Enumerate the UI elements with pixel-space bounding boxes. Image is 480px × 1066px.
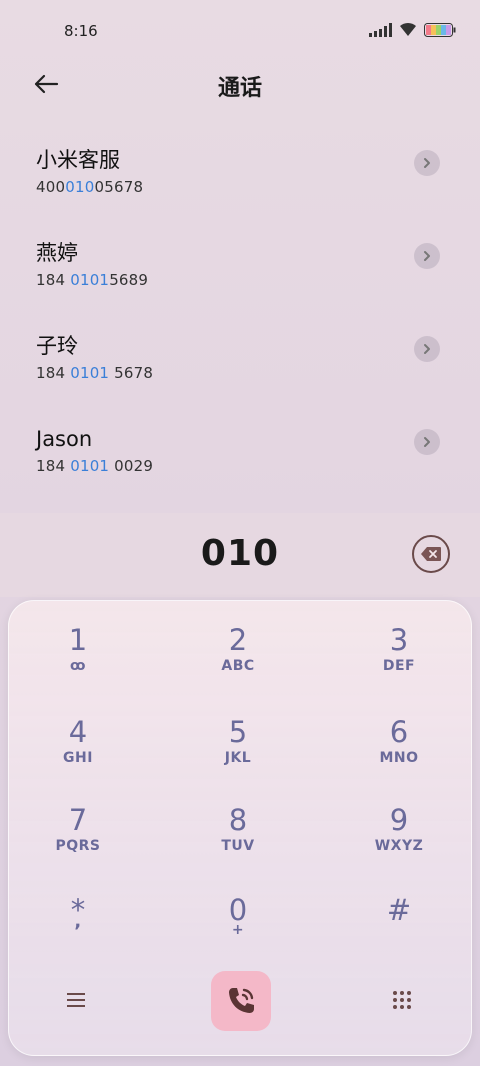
number-suffix: 5678 xyxy=(109,364,154,382)
contact-name: Jason xyxy=(36,427,93,451)
backspace-icon xyxy=(421,547,441,561)
dial-display: 010 xyxy=(0,513,480,597)
chevron-right-icon[interactable] xyxy=(414,429,440,455)
number-match: 010 xyxy=(65,178,95,196)
key-letters: WXYZ xyxy=(374,838,424,854)
key-letters: MNO xyxy=(379,750,419,766)
keypad-bottom-row xyxy=(9,969,473,1033)
chevron-right-icon[interactable] xyxy=(414,243,440,269)
voicemail-icon: ꝏ xyxy=(70,658,86,674)
status-time: 8:16 xyxy=(64,22,98,40)
contact-item[interactable]: 子玲 184 0101 5678 xyxy=(0,316,480,409)
call-button[interactable] xyxy=(211,971,271,1031)
key-digit: 6 xyxy=(389,715,409,749)
phone-call-icon xyxy=(229,988,254,1013)
key-digit: 3 xyxy=(389,623,409,657)
key-digit: 1 xyxy=(68,623,88,657)
key-digit: 4 xyxy=(68,715,88,749)
battery-icon xyxy=(424,22,456,37)
key-4[interactable]: 4 GHI xyxy=(18,715,138,795)
key-letters: ABC xyxy=(221,658,255,674)
number-prefix: 400 xyxy=(36,178,66,196)
chevron-right-icon[interactable] xyxy=(414,336,440,362)
number-prefix: 184 xyxy=(36,271,71,289)
key-star[interactable]: * , xyxy=(18,893,138,973)
key-hash[interactable]: # xyxy=(339,893,459,973)
chevron-right-icon[interactable] xyxy=(414,150,440,176)
contact-name: 燕婷 xyxy=(36,241,78,265)
contact-item[interactable]: Jason 184 0101 0029 xyxy=(0,409,480,502)
key-5[interactable]: 5 JKL xyxy=(178,715,298,795)
key-letters: , xyxy=(74,911,82,932)
key-digit: 5 xyxy=(228,715,248,749)
number-match: 0101 xyxy=(70,364,110,382)
header: 通话 xyxy=(0,62,480,106)
contact-number: 184 0101 5678 xyxy=(36,364,480,382)
key-letters: + xyxy=(231,922,245,938)
number-prefix: 184 xyxy=(36,457,71,475)
number-prefix: 184 xyxy=(36,364,71,382)
key-0[interactable]: 0 + xyxy=(178,893,298,973)
contact-item[interactable]: 燕婷 184 01015689 xyxy=(0,223,480,316)
key-digit: 8 xyxy=(228,803,248,837)
number-match: 0101 xyxy=(70,457,110,475)
key-6[interactable]: 6 MNO xyxy=(339,715,459,795)
contact-item[interactable]: 小米客服 40001005678 xyxy=(0,130,480,223)
key-letters: DEF xyxy=(382,658,416,674)
contact-number: 184 01015689 xyxy=(36,271,480,289)
key-letters: PQRS xyxy=(55,838,101,854)
wifi-icon xyxy=(398,22,418,37)
key-1[interactable]: 1 ꝏ xyxy=(18,623,138,703)
key-2[interactable]: 2 ABC xyxy=(178,623,298,703)
key-letters: GHI xyxy=(63,750,93,766)
key-letters: JKL xyxy=(224,750,252,766)
menu-icon[interactable] xyxy=(67,987,93,1013)
number-suffix: 5689 xyxy=(109,271,149,289)
key-digit: 9 xyxy=(389,803,409,837)
number-match: 0101 xyxy=(70,271,110,289)
contact-name: 子玲 xyxy=(36,334,78,358)
key-3[interactable]: 3 DEF xyxy=(339,623,459,703)
contact-number: 184 0101 0029 xyxy=(36,457,480,475)
page-title: 通话 xyxy=(217,76,262,101)
key-digit: 2 xyxy=(228,623,248,657)
contact-number: 40001005678 xyxy=(36,178,480,196)
dialpad-icon[interactable] xyxy=(391,989,413,1011)
key-7[interactable]: 7 PQRS xyxy=(18,803,138,883)
contact-name: 小米客服 xyxy=(36,148,120,172)
signal-icon xyxy=(369,22,392,37)
number-suffix: 05678 xyxy=(94,178,144,196)
key-digit: # xyxy=(386,893,412,927)
keypad-panel: 1 ꝏ 2 ABC 3 DEF 4 GHI 5 JKL 6 MNO 7 PQRS… xyxy=(8,600,472,1056)
number-suffix: 0029 xyxy=(109,457,154,475)
status-bar: 8:16 xyxy=(0,0,480,62)
key-letters: TUV xyxy=(221,838,255,854)
key-9[interactable]: 9 WXYZ xyxy=(339,803,459,883)
contact-list: 小米客服 40001005678 燕婷 184 01015689 子玲 184 … xyxy=(0,130,480,502)
dialed-number: 010 xyxy=(200,533,280,574)
key-digit: 7 xyxy=(68,803,88,837)
status-icons xyxy=(369,22,456,37)
key-8[interactable]: 8 TUV xyxy=(178,803,298,883)
backspace-button[interactable] xyxy=(412,535,450,573)
